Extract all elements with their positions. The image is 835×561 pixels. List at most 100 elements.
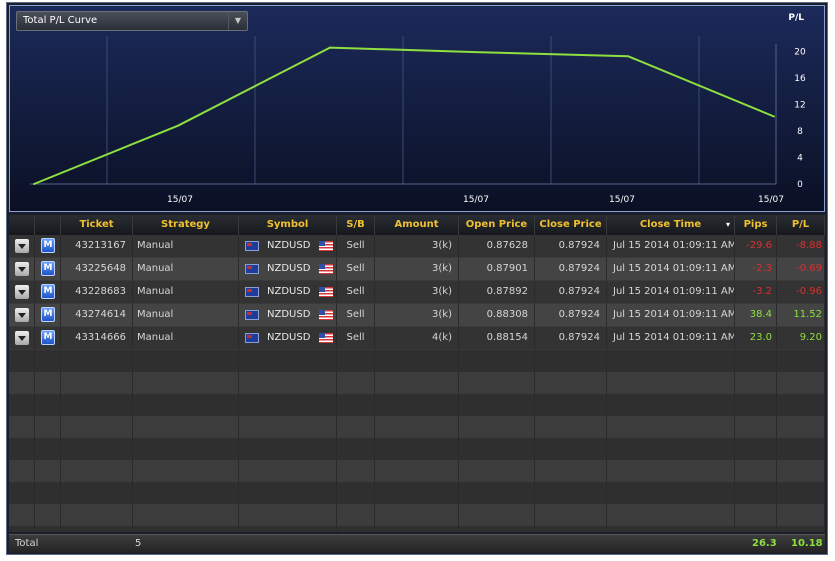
column-header-close-time[interactable]: Close Time ▾: [607, 215, 735, 235]
y-tick-label: 8: [797, 127, 803, 137]
empty-cell: [375, 394, 459, 416]
x-tick-label: 15/07: [463, 195, 489, 205]
totals-bar: Total 5 26.3 10.18: [9, 534, 825, 553]
manual-trade-icon[interactable]: M: [41, 261, 55, 276]
strategy-cell: Manual: [133, 258, 239, 280]
row-menu-dropdown-icon[interactable]: [15, 262, 29, 276]
y-axis-title: P/L: [788, 13, 804, 23]
empty-cell: [133, 504, 239, 526]
empty-cell: [735, 526, 777, 532]
column-header-open-price[interactable]: Open Price: [459, 215, 535, 235]
empty-table-row: [9, 438, 825, 460]
empty-cell: [777, 372, 825, 394]
us-flag-icon: [319, 333, 333, 343]
empty-cell: [9, 416, 35, 438]
empty-cell: [337, 416, 375, 438]
chart-type-dropdown[interactable]: Total P/L Curve ▼: [16, 11, 248, 31]
empty-cell: [337, 460, 375, 482]
empty-cell: [35, 372, 61, 394]
column-header-pl[interactable]: P/L: [777, 215, 825, 235]
column-header-ticket[interactable]: Ticket: [61, 215, 133, 235]
empty-table-row: [9, 526, 825, 532]
manual-trade-icon[interactable]: M: [41, 307, 55, 322]
empty-cell: [535, 482, 607, 504]
manual-trade-icon[interactable]: M: [41, 238, 55, 253]
empty-cell: [607, 504, 735, 526]
empty-table-row: [9, 394, 825, 416]
ticket-cell: 43213167: [61, 235, 133, 257]
row-menu-dropdown-icon[interactable]: [15, 331, 29, 345]
empty-cell: [61, 504, 133, 526]
pl-cell: 11.52: [777, 304, 825, 326]
empty-cell: [239, 526, 337, 532]
chevron-down-icon[interactable]: ▼: [228, 12, 247, 30]
manual-cell: M: [35, 304, 61, 326]
column-header-symbol[interactable]: Symbol: [239, 215, 337, 235]
close-time-cell: Jul 15 2014 01:09:11 AM: [607, 327, 735, 349]
empty-table-row: [9, 482, 825, 504]
empty-cell: [239, 350, 337, 372]
empty-cell: [9, 350, 35, 372]
strategy-cell: Manual: [133, 327, 239, 349]
empty-cell: [35, 350, 61, 372]
row-menu-cell: [9, 281, 35, 303]
empty-cell: [35, 504, 61, 526]
pl-curve-line: [33, 46, 775, 185]
sort-desc-icon[interactable]: ▾: [726, 215, 730, 235]
column-header-strategy[interactable]: Strategy: [133, 215, 239, 235]
empty-cell: [459, 460, 535, 482]
empty-cell: [777, 526, 825, 532]
amount-cell: 3(k): [375, 304, 459, 326]
column-header-m[interactable]: [35, 215, 61, 235]
column-header-sb[interactable]: S/B: [337, 215, 375, 235]
manual-trade-icon[interactable]: M: [41, 284, 55, 299]
empty-cell: [459, 350, 535, 372]
amount-cell: 3(k): [375, 258, 459, 280]
table-row[interactable]: M 43314666 Manual NZDUSD Sell 4(k) 0.88154 0.87…: [9, 327, 825, 349]
y-tick-label: 16: [794, 74, 806, 84]
table-row[interactable]: M 43213167 Manual NZDUSD Sell 3(k) 0.87628 0.87…: [9, 235, 825, 257]
empty-cell: [459, 372, 535, 394]
empty-cell: [133, 394, 239, 416]
y-tick-label: 12: [794, 101, 805, 111]
empty-cell: [239, 460, 337, 482]
empty-cell: [61, 372, 133, 394]
pl-curve-point: [33, 183, 35, 185]
empty-cell: [607, 460, 735, 482]
us-flag-icon: [319, 287, 333, 297]
empty-cell: [133, 416, 239, 438]
empty-cell: [735, 482, 777, 504]
empty-cell: [61, 482, 133, 504]
chart-type-dropdown-label: Total P/L Curve: [23, 15, 98, 26]
empty-cell: [777, 460, 825, 482]
manual-trade-icon[interactable]: M: [41, 330, 55, 345]
empty-cell: [375, 350, 459, 372]
empty-cell: [239, 372, 337, 394]
empty-cell: [607, 416, 735, 438]
totals-pips: 26.3: [752, 538, 777, 549]
row-menu-cell: [9, 304, 35, 326]
open-price-cell: 0.87628: [459, 235, 535, 257]
table-row[interactable]: M 43225648 Manual NZDUSD Sell 3(k) 0.87901 0.87…: [9, 258, 825, 280]
column-header-dd[interactable]: [9, 215, 35, 235]
table-row[interactable]: M 43228683 Manual NZDUSD Sell 3(k) 0.87892 0.87…: [9, 281, 825, 303]
close-price-cell: 0.87924: [535, 327, 607, 349]
row-menu-dropdown-icon[interactable]: [15, 308, 29, 322]
empty-cell: [239, 394, 337, 416]
table-row[interactable]: M 43274614 Manual NZDUSD Sell 3(k) 0.88308 0.87…: [9, 304, 825, 326]
empty-cell: [535, 438, 607, 460]
y-tick-label: 0: [797, 180, 803, 190]
empty-cell: [337, 526, 375, 532]
manual-cell: M: [35, 281, 61, 303]
empty-cell: [337, 372, 375, 394]
column-header-amount[interactable]: Amount: [375, 215, 459, 235]
pl-curve-point: [479, 51, 481, 54]
nz-flag-icon: [245, 287, 259, 297]
row-menu-dropdown-icon[interactable]: [15, 285, 29, 299]
row-menu-dropdown-icon[interactable]: [15, 239, 29, 253]
column-header-pips[interactable]: Pips: [735, 215, 777, 235]
empty-cell: [375, 372, 459, 394]
amount-cell: 4(k): [375, 327, 459, 349]
ticket-cell: 43314666: [61, 327, 133, 349]
column-header-close-price[interactable]: Close Price: [535, 215, 607, 235]
